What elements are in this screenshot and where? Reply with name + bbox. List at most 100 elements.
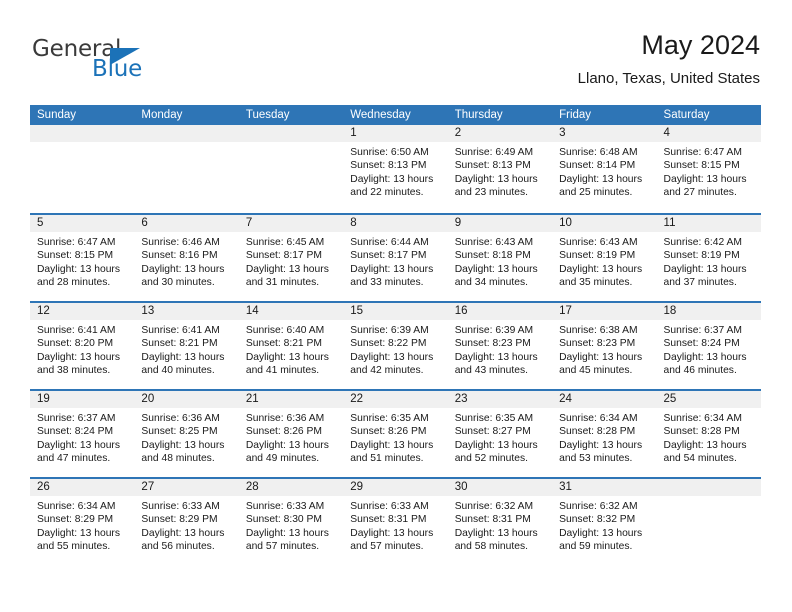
day-detail-line: Sunset: 8:16 PM [141, 250, 218, 262]
day-number [30, 125, 135, 142]
day-details: Sunrise: 6:41 AM Sunset: 8:20 PM Daylight:… [30, 320, 134, 378]
calendar-day-cell[interactable]: 17 Sunrise: 6:38 AM Sunset: 8:23 PM Dayligh… [552, 303, 657, 389]
day-detail-line: and 25 minutes. [559, 187, 633, 199]
calendar-day-cell[interactable]: 25 Sunrise: 6:34 AM Sunset: 8:28 PM Dayligh… [656, 391, 761, 477]
day-details: Sunrise: 6:40 AM Sunset: 8:21 PM Daylight:… [239, 320, 343, 378]
calendar-day-cell[interactable]: 2 Sunrise: 6:49 AM Sunset: 8:13 PM Daylight… [447, 125, 553, 213]
day-number: 23 [447, 391, 553, 408]
page-header: General Blue May 2024 Llano, Texas, Unit… [30, 28, 760, 100]
day-detail-line: Sunset: 8:29 PM [141, 514, 218, 526]
day-detail-line: Sunrise: 6:34 AM [37, 501, 116, 512]
day-detail-line: and 34 minutes. [454, 277, 528, 289]
calendar-day-cell[interactable]: 7 Sunrise: 6:45 AM Sunset: 8:17 PM Daylight… [238, 215, 344, 301]
day-detail-line: and 30 minutes. [141, 277, 215, 289]
day-number: 13 [134, 303, 239, 320]
day-number: 24 [552, 391, 657, 408]
day-detail-line: Sunrise: 6:37 AM [663, 325, 742, 336]
day-number: 22 [343, 391, 448, 408]
day-detail-line: Daylight: 13 hours [37, 527, 120, 539]
day-detail-line: Sunrise: 6:39 AM [454, 325, 534, 336]
calendar-day-cell[interactable]: 11 Sunrise: 6:42 AM Sunset: 8:19 PM Dayligh… [656, 215, 761, 301]
day-number: 19 [30, 391, 135, 408]
calendar-day-cell[interactable]: 24 Sunrise: 6:34 AM Sunset: 8:28 PM Dayligh… [552, 391, 657, 477]
calendar-day-cell[interactable]: 12 Sunrise: 6:41 AM Sunset: 8:20 PM Dayligh… [30, 303, 135, 389]
day-details: Sunrise: 6:42 AM Sunset: 8:19 PM Daylight:… [657, 232, 761, 290]
calendar-day-cell[interactable]: 30 Sunrise: 6:32 AM Sunset: 8:31 PM Dayligh… [447, 479, 553, 565]
day-detail-line: Sunrise: 6:35 AM [454, 413, 534, 424]
day-detail-line: Sunset: 8:17 PM [245, 250, 322, 262]
day-detail-line: Sunrise: 6:42 AM [663, 237, 742, 248]
day-detail-line: Sunset: 8:31 PM [454, 514, 531, 526]
day-number: 15 [343, 303, 448, 320]
calendar-day-cell[interactable]: 9 Sunrise: 6:43 AM Sunset: 8:18 PM Daylight… [447, 215, 553, 301]
day-details: Sunrise: 6:33 AM Sunset: 8:30 PM Daylight:… [239, 496, 343, 554]
day-details: Sunrise: 6:34 AM Sunset: 8:28 PM Daylight:… [552, 408, 656, 466]
day-detail-line: Daylight: 13 hours [663, 173, 747, 185]
calendar-weeks: 1 Sunrise: 6:50 AM Sunset: 8:13 PM Daylight… [30, 125, 761, 565]
calendar-day-cell[interactable]: 21 Sunrise: 6:36 AM Sunset: 8:26 PM Dayligh… [238, 391, 344, 477]
day-detail-line: and 53 minutes. [559, 453, 633, 465]
day-detail-line: Daylight: 13 hours [663, 439, 747, 451]
day-detail-line: Sunset: 8:31 PM [350, 514, 427, 526]
general-blue-logo[interactable]: General Blue [32, 36, 232, 90]
calendar-day-cell[interactable]: 29 Sunrise: 6:33 AM Sunset: 8:31 PM Dayligh… [343, 479, 448, 565]
calendar-day-cell[interactable]: 18 Sunrise: 6:37 AM Sunset: 8:24 PM Dayligh… [656, 303, 761, 389]
calendar-day-cell[interactable]: 14 Sunrise: 6:40 AM Sunset: 8:21 PM Dayligh… [238, 303, 344, 389]
day-detail-line: Daylight: 13 hours [350, 527, 434, 539]
calendar-day-cell[interactable]: 16 Sunrise: 6:39 AM Sunset: 8:23 PM Dayligh… [447, 303, 553, 389]
day-details: Sunrise: 6:37 AM Sunset: 8:24 PM Daylight:… [657, 320, 761, 378]
day-details [134, 142, 238, 146]
day-detail-line: Sunrise: 6:49 AM [454, 147, 534, 158]
calendar-day-cell[interactable]: 20 Sunrise: 6:36 AM Sunset: 8:25 PM Dayligh… [134, 391, 239, 477]
calendar-day-cell[interactable]: 5 Sunrise: 6:47 AM Sunset: 8:15 PM Daylight… [30, 215, 135, 301]
page-title: May 2024 [641, 30, 760, 60]
calendar-day-cell[interactable]: 3 Sunrise: 6:48 AM Sunset: 8:14 PM Daylight… [552, 125, 657, 213]
calendar-day-cell[interactable]: 31 Sunrise: 6:32 AM Sunset: 8:32 PM Dayligh… [552, 479, 657, 565]
day-details [30, 142, 134, 146]
day-detail-line: Daylight: 13 hours [245, 527, 329, 539]
day-detail-line: and 33 minutes. [350, 277, 424, 289]
day-detail-line: Sunset: 8:18 PM [454, 250, 531, 262]
day-number [656, 479, 761, 496]
day-detail-line: and 54 minutes. [663, 453, 737, 465]
calendar-day-cell[interactable]: 1 Sunrise: 6:50 AM Sunset: 8:13 PM Daylight… [343, 125, 448, 213]
calendar-day-cell[interactable]: 27 Sunrise: 6:33 AM Sunset: 8:29 PM Dayligh… [134, 479, 239, 565]
day-number [134, 125, 239, 142]
calendar-day-cell[interactable]: 19 Sunrise: 6:37 AM Sunset: 8:24 PM Dayligh… [30, 391, 135, 477]
calendar-day-cell[interactable]: 10 Sunrise: 6:43 AM Sunset: 8:19 PM Dayligh… [552, 215, 657, 301]
day-detail-line: Daylight: 13 hours [454, 263, 538, 275]
calendar-day-cell[interactable]: 13 Sunrise: 6:41 AM Sunset: 8:21 PM Dayligh… [134, 303, 239, 389]
day-detail-line: Daylight: 13 hours [454, 527, 538, 539]
day-detail-line: and 59 minutes. [559, 541, 633, 553]
calendar-week-row: 19 Sunrise: 6:37 AM Sunset: 8:24 PM Dayligh… [30, 389, 761, 477]
calendar-day-cell[interactable]: 28 Sunrise: 6:33 AM Sunset: 8:30 PM Dayligh… [238, 479, 344, 565]
day-detail-line: Daylight: 13 hours [350, 351, 434, 363]
calendar-day-cell[interactable]: 23 Sunrise: 6:35 AM Sunset: 8:27 PM Dayligh… [447, 391, 553, 477]
calendar-day-cell[interactable]: 26 Sunrise: 6:34 AM Sunset: 8:29 PM Dayligh… [30, 479, 135, 565]
day-detail-line: Sunrise: 6:32 AM [454, 501, 534, 512]
calendar-day-cell-empty [238, 125, 344, 213]
day-detail-line: and 23 minutes. [454, 187, 528, 199]
day-detail-line: and 57 minutes. [245, 541, 320, 553]
calendar-day-cell[interactable]: 22 Sunrise: 6:35 AM Sunset: 8:26 PM Dayligh… [343, 391, 448, 477]
day-detail-line: Sunset: 8:19 PM [663, 250, 740, 262]
calendar-day-cell[interactable]: 4 Sunrise: 6:47 AM Sunset: 8:15 PM Daylight… [656, 125, 761, 213]
day-detail-line: Sunrise: 6:44 AM [350, 237, 429, 248]
day-detail-line: Sunset: 8:23 PM [559, 338, 636, 350]
day-detail-line: and 40 minutes. [141, 365, 215, 377]
day-detail-line: Sunset: 8:28 PM [559, 426, 636, 438]
day-detail-line: and 48 minutes. [141, 453, 215, 465]
day-detail-line: Daylight: 13 hours [350, 439, 434, 451]
weekday-header-wednesday: Wednesday [350, 109, 411, 121]
day-number: 12 [30, 303, 135, 320]
calendar-page: General Blue May 2024 Llano, Texas, Unit… [0, 0, 792, 612]
weekday-header-thursday: Thursday [454, 109, 503, 121]
calendar-day-cell[interactable]: 6 Sunrise: 6:46 AM Sunset: 8:16 PM Daylight… [134, 215, 239, 301]
weekday-header-saturday: Saturday [663, 109, 710, 121]
day-detail-line: Daylight: 13 hours [454, 439, 538, 451]
weekday-header-sunday: Sunday [37, 109, 77, 121]
calendar-day-cell[interactable]: 15 Sunrise: 6:39 AM Sunset: 8:22 PM Dayligh… [343, 303, 448, 389]
day-detail-line: Sunrise: 6:39 AM [350, 325, 429, 336]
day-detail-line: and 41 minutes. [245, 365, 320, 377]
calendar-day-cell[interactable]: 8 Sunrise: 6:44 AM Sunset: 8:17 PM Daylight… [343, 215, 448, 301]
